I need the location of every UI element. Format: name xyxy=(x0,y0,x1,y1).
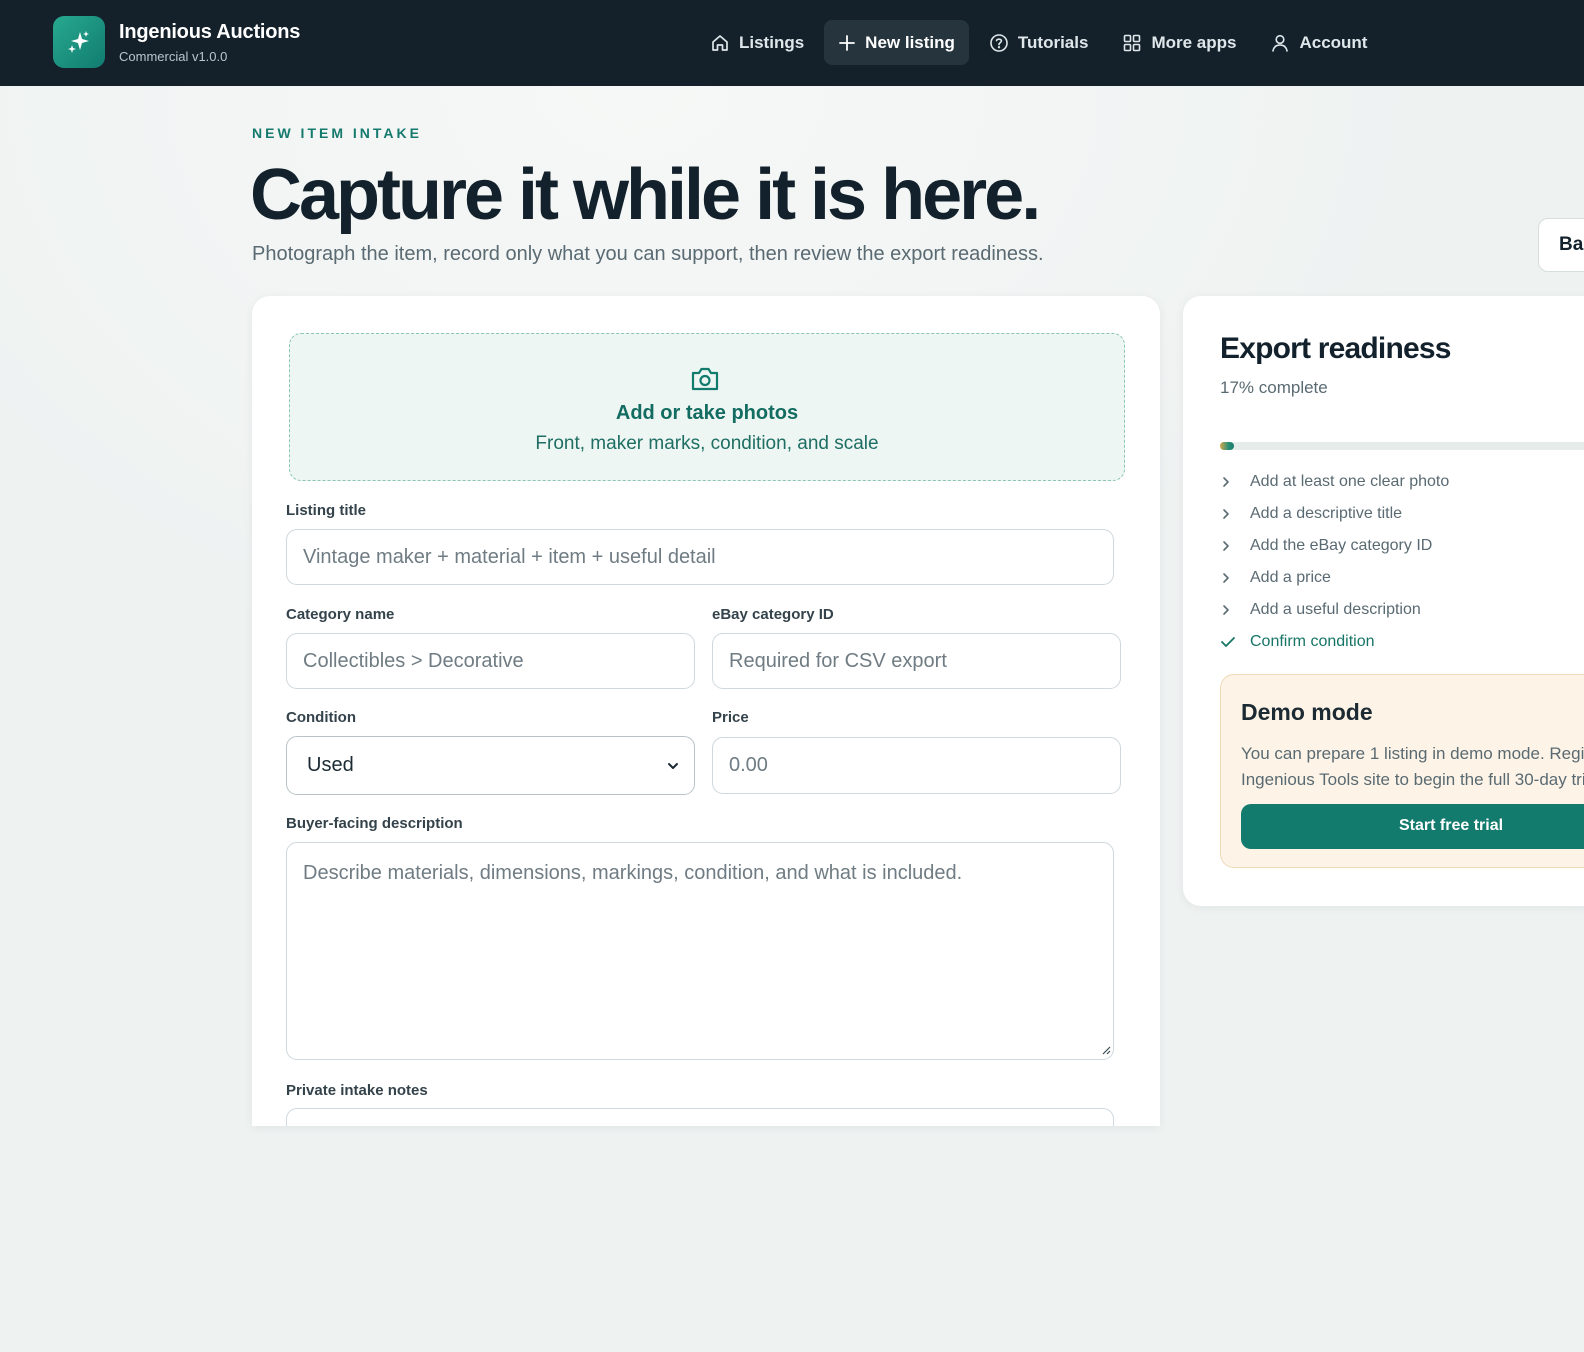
checklist-item-done: Confirm condition xyxy=(1220,626,1449,658)
description-label: Buyer-facing description xyxy=(286,815,463,832)
checklist-item: Add a descriptive title xyxy=(1220,498,1449,530)
plus-icon xyxy=(839,34,856,51)
condition-select[interactable]: Used xyxy=(286,736,695,795)
category-name-label: Category name xyxy=(286,606,395,623)
private-notes-label: Private intake notes xyxy=(286,1082,428,1099)
checklist-label: Confirm condition xyxy=(1250,633,1375,650)
checklist-label: Add a price xyxy=(1250,569,1331,586)
dropzone-subtitle: Front, maker marks, condition, and scale xyxy=(535,433,879,454)
nav-label: Account xyxy=(1299,32,1368,52)
main-nav: Listings New listing Tutorials More apps… xyxy=(696,20,1387,65)
demo-text-line: Ingenious Tools site to begin the full 3… xyxy=(1241,770,1584,789)
readiness-status: 17% complete xyxy=(1220,378,1328,397)
demo-mode-panel: Demo mode You can prepare 1 listing in d… xyxy=(1220,674,1584,868)
user-icon xyxy=(1272,34,1289,52)
chevron-right-icon xyxy=(1223,477,1229,487)
dropzone-title: Add or take photos xyxy=(615,402,799,424)
chevron-down-icon xyxy=(668,763,678,769)
brand[interactable]: Ingenious Auctions Commercial v1.0.0 xyxy=(53,16,300,68)
home-icon xyxy=(712,34,728,51)
checklist-label: Add at least one clear photo xyxy=(1250,473,1450,490)
camera-icon xyxy=(691,367,719,391)
chevron-right-icon xyxy=(1223,541,1229,551)
page-eyebrow: NEW ITEM INTAKE xyxy=(252,125,422,141)
chevron-right-icon xyxy=(1223,605,1229,615)
nav-item-tutorials[interactable]: Tutorials xyxy=(975,20,1103,65)
nav-label: Tutorials xyxy=(1017,32,1089,52)
ebay-category-input[interactable] xyxy=(712,633,1121,689)
export-readiness-card: Export readiness 17% complete Add at lea… xyxy=(1183,296,1584,906)
top-navigation-bar: Ingenious Auctions Commercial v1.0.0 Lis… xyxy=(0,0,1584,86)
start-free-trial-button[interactable]: Start free trial xyxy=(1241,804,1584,849)
chevron-right-icon xyxy=(1223,573,1229,583)
listing-title-input[interactable] xyxy=(286,529,1114,585)
checklist-item: Add a price xyxy=(1220,562,1449,594)
grid-icon xyxy=(1124,34,1141,51)
photo-dropzone[interactable]: Add or take photos Front, maker marks, c… xyxy=(289,333,1125,481)
nav-item-account[interactable]: Account xyxy=(1256,20,1381,65)
page-subtitle: Photograph the item, record only what yo… xyxy=(252,243,1044,265)
nav-item-more-apps[interactable]: More apps xyxy=(1108,20,1250,65)
price-input[interactable] xyxy=(712,737,1121,794)
nav-item-listings[interactable]: Listings xyxy=(696,20,818,65)
category-name-input[interactable] xyxy=(286,633,695,689)
condition-label: Condition xyxy=(286,709,356,726)
nav-label: Listings xyxy=(739,32,805,52)
listing-form-card: Add or take photos Front, maker marks, c… xyxy=(252,296,1160,1126)
description-textarea[interactable] xyxy=(286,842,1114,1060)
checklist-item: Add the eBay category ID xyxy=(1220,530,1449,562)
listing-title-label: Listing title xyxy=(286,502,366,519)
checklist-item: Add a useful description xyxy=(1220,594,1449,626)
nav-label: New listing xyxy=(865,32,955,52)
page-title: Capture it while it is here. xyxy=(250,155,1041,235)
sparkle-logo-icon xyxy=(53,16,105,68)
demo-title: Demo mode xyxy=(1241,699,1373,725)
checkmark-icon xyxy=(1221,637,1235,647)
readiness-checklist: Add at least one clear photo Add a descr… xyxy=(1220,466,1449,658)
checklist-item: Add at least one clear photo xyxy=(1220,466,1449,498)
checklist-label: Add a useful description xyxy=(1250,601,1421,618)
ebay-category-label: eBay category ID xyxy=(712,606,834,623)
nav-item-new-listing[interactable]: New listing xyxy=(824,20,969,65)
back-button[interactable]: Back xyxy=(1538,218,1584,272)
private-notes-input[interactable] xyxy=(286,1108,1114,1126)
demo-text: You can prepare 1 listing in demo mode. … xyxy=(1241,741,1584,793)
app-title: Ingenious Auctions xyxy=(119,20,301,43)
help-circle-icon xyxy=(990,33,1008,52)
demo-text-line: You can prepare 1 listing in demo mode. … xyxy=(1241,744,1584,763)
chevron-right-icon xyxy=(1223,509,1229,519)
app-version: Commercial v1.0.0 xyxy=(119,48,228,64)
checklist-label: Add a descriptive title xyxy=(1250,505,1403,522)
price-label: Price xyxy=(712,709,749,726)
readiness-progress-bar xyxy=(1220,442,1584,450)
condition-value: Used xyxy=(307,754,354,776)
nav-label: More apps xyxy=(1151,32,1237,52)
readiness-title: Export readiness xyxy=(1220,332,1451,365)
checklist-label: Add the eBay category ID xyxy=(1250,537,1433,554)
readiness-progress-fill xyxy=(1220,442,1234,450)
resize-grip-icon[interactable] xyxy=(1102,1046,1111,1055)
